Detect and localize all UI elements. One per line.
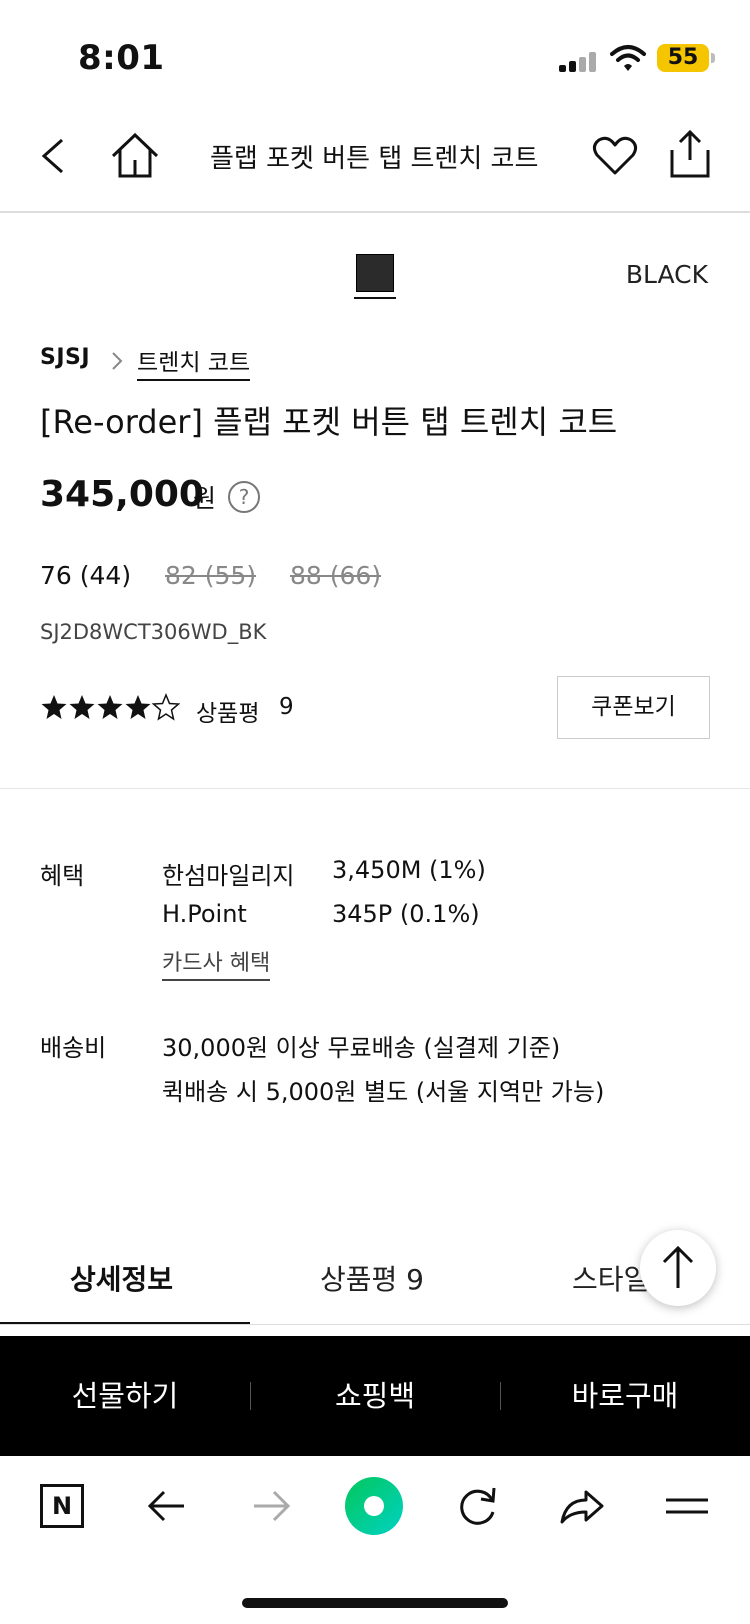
color-swatch-black[interactable] [356,254,394,292]
header-divider [0,211,750,213]
benefit-value-hpoint: 345P (0.1%) [332,900,480,928]
menu-icon[interactable] [664,1480,710,1532]
color-swatch-selected-indicator [354,297,396,299]
selected-color-name: BLACK [625,260,708,289]
purchase-action-bar: 선물하기 쇼핑백 바로구매 [0,1336,750,1456]
benefit-name-hpoint: H.Point [162,900,247,928]
status-time: 8:01 [78,38,165,78]
battery-indicator: 55 [657,44,715,72]
green-dot-icon[interactable] [344,1476,404,1536]
browser-back-icon[interactable] [146,1480,188,1532]
size-option-88: 88 (66) [290,561,382,590]
benefit-name-mileage: 한섬마일리지 [162,862,295,890]
chevron-right-icon [112,352,123,370]
help-icon[interactable]: ? [228,481,260,513]
view-coupons-button[interactable]: 쿠폰보기 [557,676,710,739]
product-code: SJ2D8WCT306WD_BK [40,620,267,644]
cellular-signal-icon [559,52,599,72]
brand-link[interactable]: SJSJ [40,345,90,370]
tab-divider [0,1324,750,1325]
benefits-label: 혜택 [40,862,85,890]
product-title: [Re-order] 플랩 포켓 버튼 탭 트렌치 코트 [40,403,618,441]
review-count[interactable]: 9 [279,694,294,720]
wifi-icon [610,45,646,71]
refresh-icon[interactable] [454,1480,500,1532]
naver-home-icon[interactable]: N [40,1484,84,1528]
buy-now-button[interactable]: 바로구매 [500,1336,750,1456]
share-icon[interactable] [668,130,712,178]
review-label[interactable]: 상품평 [196,694,259,728]
home-icon[interactable] [110,132,160,178]
shipping-quick-info: 퀵배송 시 5,000원 별도 (서울 지역만 가능) [162,1078,605,1106]
shipping-label: 배송비 [40,1034,107,1062]
shopping-bag-button[interactable]: 쇼핑백 [250,1336,500,1456]
price-unit: 원 [193,484,217,513]
tab-details[interactable]: 상세정보 [70,1258,173,1298]
product-price: 345,000 [40,474,204,515]
back-icon[interactable] [38,136,68,176]
section-divider [0,788,750,789]
size-option-82: 82 (55) [165,561,257,590]
card-benefits-link[interactable]: 카드사 혜택 [162,945,271,981]
home-indicator [242,1598,508,1608]
rating-stars-icon [41,693,180,721]
size-option-76[interactable]: 76 (44) [40,561,131,590]
shipping-free-info: 30,000원 이상 무료배송 (실결제 기준) [162,1034,561,1062]
gift-button[interactable]: 선물하기 [0,1336,250,1456]
heart-icon[interactable] [592,136,638,176]
benefit-value-mileage: 3,450M (1%) [332,856,486,884]
category-link[interactable]: 트렌치 코트 [137,343,251,381]
tab-reviews[interactable]: 상품평 9 [320,1258,424,1298]
browser-forward-icon[interactable] [250,1480,292,1532]
share-forward-icon[interactable] [558,1480,606,1532]
page-title: 플랩 포켓 버튼 탭 트렌치 코트 [210,144,539,174]
scroll-to-top-button[interactable] [640,1230,716,1306]
